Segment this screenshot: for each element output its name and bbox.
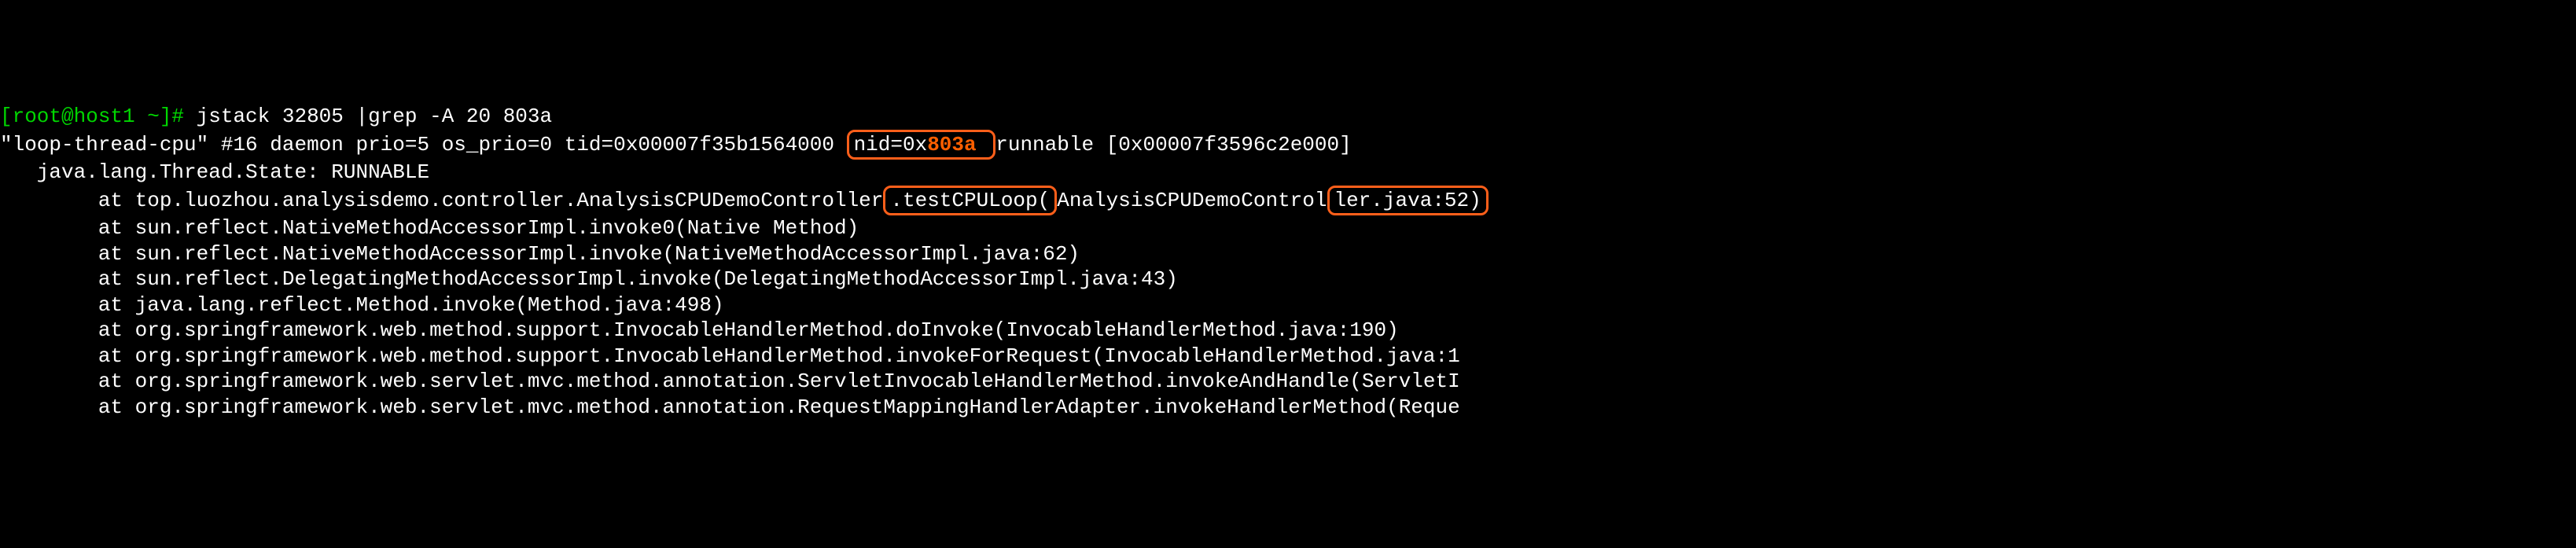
frame-mid: AnalysisCPUDemoControl xyxy=(1057,189,1327,212)
stack-frame: at sun.reflect.NativeMethodAccessorImpl.… xyxy=(0,241,2576,267)
stack-frame: at org.springframework.web.method.suppor… xyxy=(0,318,2576,344)
thread-state-line: java.lang.Thread.State: RUNNABLE xyxy=(0,160,2576,186)
frame-indent: at top.luozhou.analysisdemo.controller.A… xyxy=(0,189,883,212)
thread-header-suffix: runnable [0x00007f3596c2e000] xyxy=(995,133,1351,156)
nid-highlight-box: nid=0x803a xyxy=(847,130,996,160)
nid-prefix: nid=0x xyxy=(854,133,928,156)
nid-space xyxy=(977,133,989,156)
nid-value: 803a xyxy=(927,133,976,156)
thread-header-prefix: "loop-thread-cpu" #16 daemon prio=5 os_p… xyxy=(0,133,847,156)
stack-frame: at sun.reflect.NativeMethodAccessorImpl.… xyxy=(0,215,2576,241)
thread-header-line: "loop-thread-cpu" #16 daemon prio=5 os_p… xyxy=(0,130,2576,160)
method-highlight-box: .testCPULoop( xyxy=(883,186,1057,216)
file-line-highlight-box: ler.java:52) xyxy=(1327,186,1489,216)
stack-frame: at org.springframework.web.servlet.mvc.m… xyxy=(0,369,2576,395)
stack-frame: at sun.reflect.DelegatingMethodAccessorI… xyxy=(0,267,2576,292)
command-text: jstack 32805 |grep -A 20 803a xyxy=(197,105,552,128)
stack-frame: at org.springframework.web.method.suppor… xyxy=(0,344,2576,370)
terminal-prompt-line: [root@host1 ~]# jstack 32805 |grep -A 20… xyxy=(0,104,2576,130)
stack-frame: at org.springframework.web.servlet.mvc.m… xyxy=(0,395,2576,421)
stack-frame-highlighted: at top.luozhou.analysisdemo.controller.A… xyxy=(0,186,2576,216)
prompt-userhost: [root@host1 ~]# xyxy=(0,105,197,128)
stack-frame: at java.lang.reflect.Method.invoke(Metho… xyxy=(0,292,2576,318)
